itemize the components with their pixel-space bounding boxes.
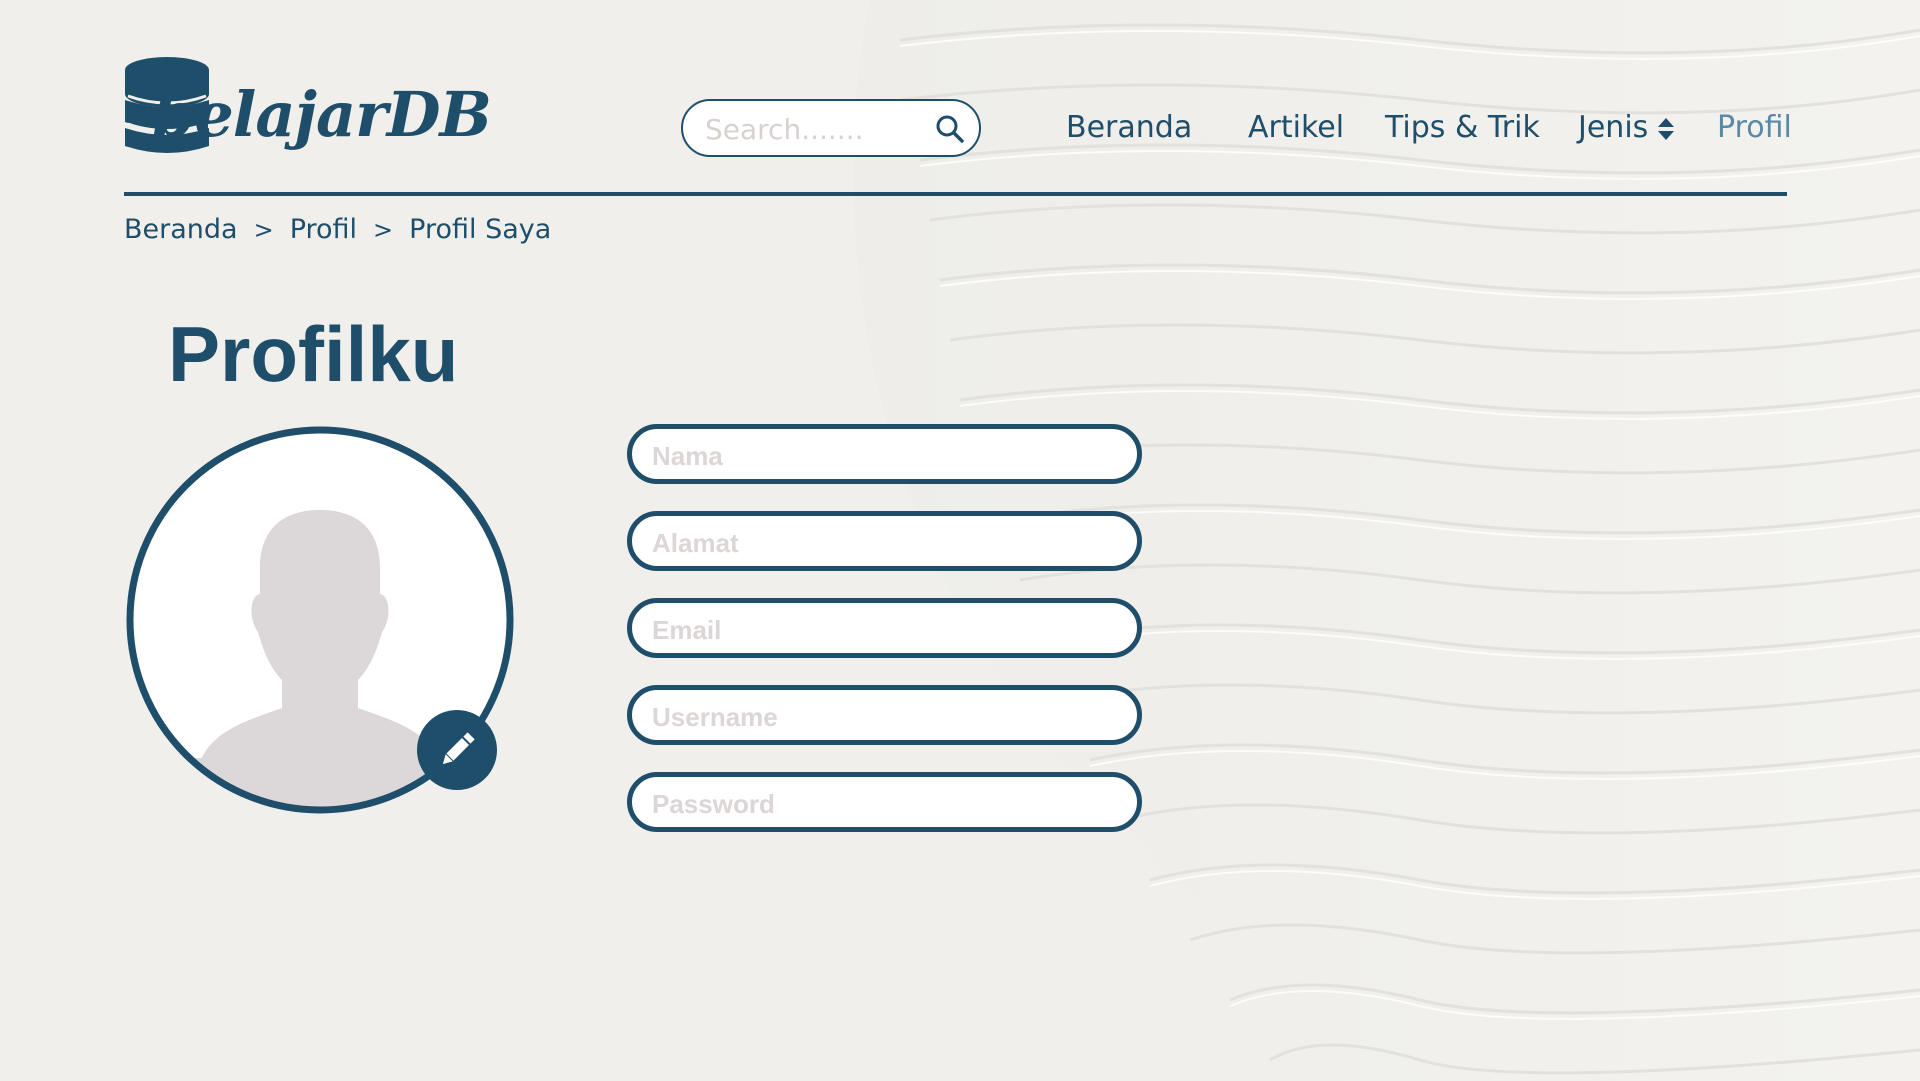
search-box — [681, 99, 981, 157]
nav-profil[interactable]: Profil — [1717, 108, 1792, 148]
logo-text: belajarDB — [152, 78, 492, 151]
sort-caret-icon — [1658, 117, 1675, 140]
header-divider — [124, 192, 1787, 196]
breadcrumb-separator: > — [373, 216, 394, 244]
password-input[interactable] — [650, 785, 1124, 823]
breadcrumb-beranda[interactable]: Beranda — [124, 214, 238, 245]
alamat-input[interactable] — [650, 524, 1124, 562]
nav-jenis-label: Jenis — [1578, 110, 1649, 145]
nama-input[interactable] — [650, 437, 1124, 475]
username-field-wrapper — [627, 685, 1142, 745]
search-button[interactable] — [935, 114, 965, 144]
username-input[interactable] — [650, 698, 1124, 736]
edit-avatar-button[interactable] — [417, 710, 497, 790]
email-field-wrapper — [627, 598, 1142, 658]
profile-page: belajarDB Beranda Artikel Tips & Trik Je… — [0, 0, 1920, 1081]
breadcrumb: Beranda > Profil > Profil Saya — [124, 214, 551, 245]
nav-jenis[interactable]: Jenis — [1578, 108, 1676, 148]
nav-tips-trik[interactable]: Tips & Trik — [1385, 108, 1540, 148]
search-input[interactable] — [703, 109, 927, 149]
search-icon — [936, 115, 964, 143]
breadcrumb-separator: > — [253, 216, 274, 244]
site-logo[interactable]: belajarDB — [122, 56, 492, 166]
breadcrumb-profil[interactable]: Profil — [290, 214, 357, 245]
alamat-field-wrapper — [627, 511, 1142, 571]
nav-artikel[interactable]: Artikel — [1248, 108, 1344, 148]
nama-field-wrapper — [627, 424, 1142, 484]
breadcrumb-profil-saya: Profil Saya — [409, 214, 552, 245]
password-field-wrapper — [627, 772, 1142, 832]
page-title: Profilku — [168, 310, 459, 398]
pencil-icon — [442, 732, 475, 765]
email-input[interactable] — [650, 611, 1124, 649]
nav-beranda[interactable]: Beranda — [1066, 108, 1192, 148]
